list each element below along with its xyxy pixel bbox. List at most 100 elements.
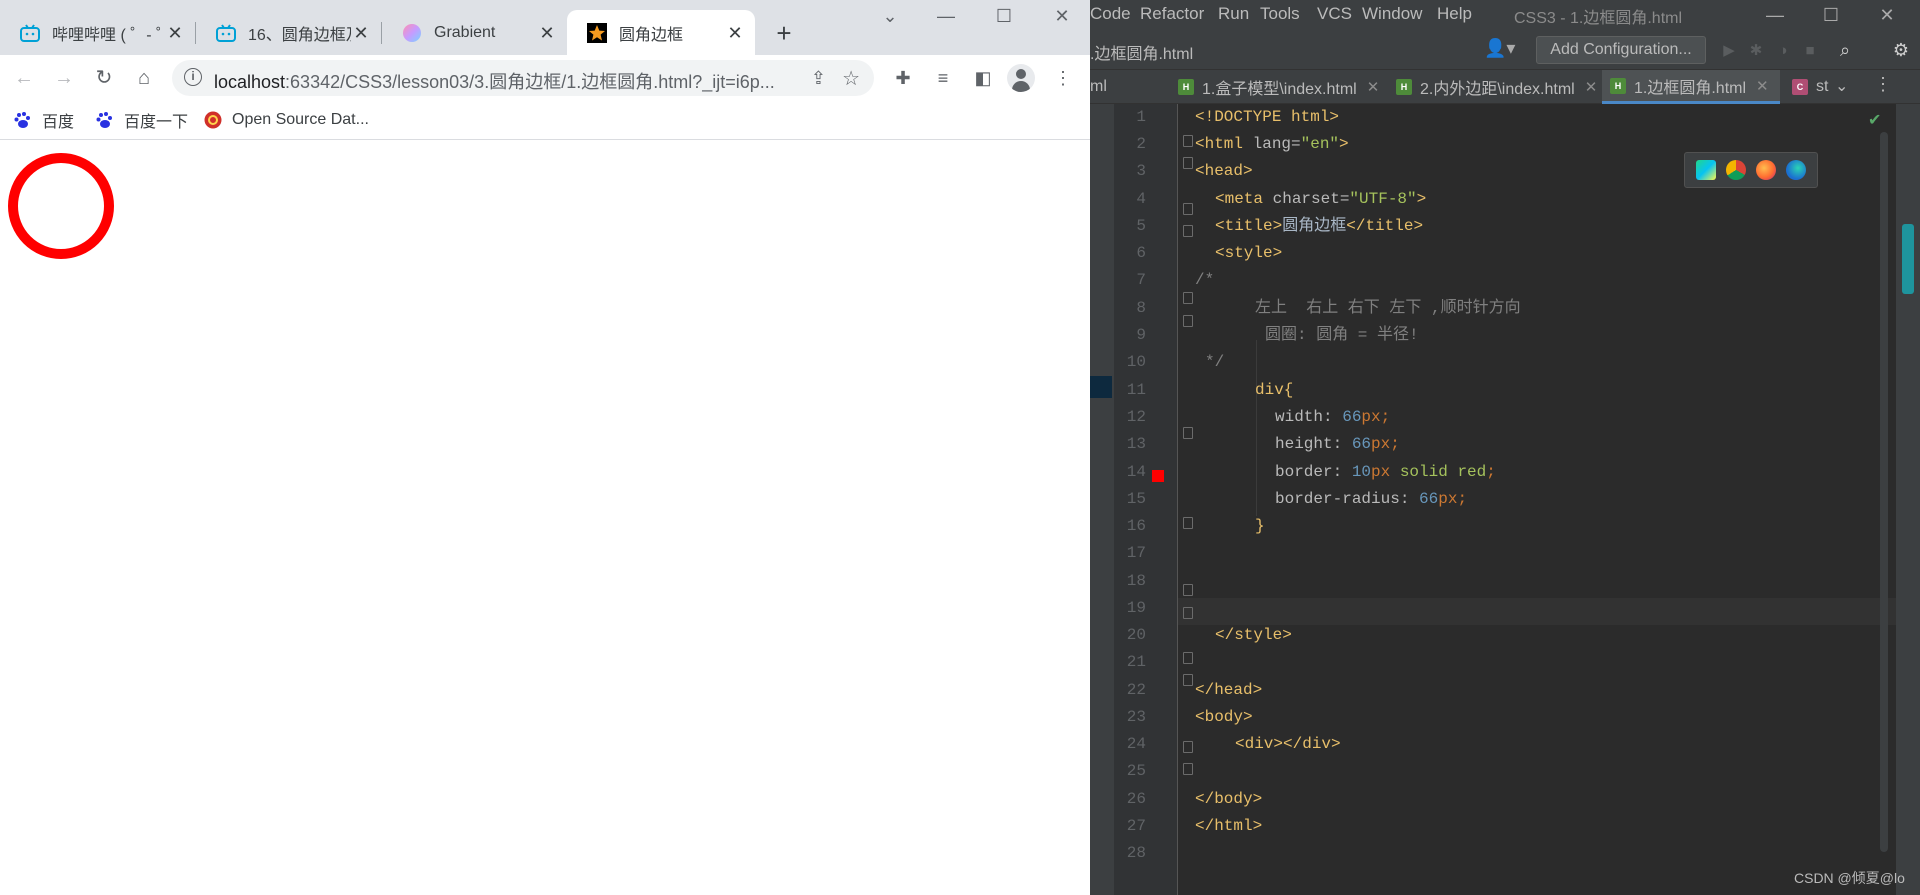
editor-scrollbar[interactable] — [1880, 132, 1888, 852]
ide-close-icon[interactable]: ✕ — [1872, 3, 1902, 27]
line-number: 16 — [1126, 517, 1146, 535]
maximize-icon[interactable]: ☐ — [988, 4, 1020, 28]
code-line-9: 圆圈: 圆角 = 半径! — [1265, 326, 1419, 344]
fold-marker-icon[interactable] — [1183, 427, 1193, 439]
close-icon[interactable]: ✕ — [165, 23, 185, 43]
breadcrumb[interactable]: .边框圆角.html — [1090, 40, 1193, 64]
tabs-menu-icon[interactable]: ⋮ — [1874, 74, 1892, 95]
fold-marker-icon[interactable] — [1183, 315, 1193, 327]
extensions-puzzle-icon[interactable]: ✚ — [888, 63, 918, 93]
debug-icon[interactable]: ✱ — [1745, 40, 1767, 62]
fold-marker-icon[interactable] — [1183, 225, 1193, 237]
chevron-down-icon[interactable]: ⌄ — [1835, 76, 1848, 96]
grabient-icon — [402, 23, 422, 43]
close-icon[interactable]: ✕ — [537, 23, 557, 43]
webstorm-icon[interactable] — [1696, 160, 1716, 180]
tab-active-page[interactable]: 圆角边框 ✕ — [567, 10, 755, 55]
bookmarks-bar: 百度 百度一下 Open Source Dat... — [0, 100, 1090, 140]
address-bar[interactable]: i localhost:63342/CSS3/lesson03/3.圆角边框/1… — [172, 60, 874, 96]
fold-marker-icon[interactable] — [1183, 292, 1193, 304]
tab-border-radius[interactable]: H 1.边框圆角.html ✕ — [1602, 70, 1780, 104]
tab-bilibili[interactable]: 哔哩哔哩 ( ゜- ゜ ✕ — [0, 10, 195, 55]
bookmark-label: Open Source Dat... — [232, 111, 369, 128]
fold-marker-icon[interactable] — [1183, 741, 1193, 753]
webstorm-favicon — [587, 22, 607, 43]
edge-icon[interactable] — [1786, 160, 1806, 180]
menu-tools[interactable]: Tools — [1260, 4, 1300, 24]
firefox-icon[interactable] — [1756, 160, 1776, 180]
search-icon[interactable]: ⌕ — [1834, 39, 1856, 61]
line-number: 1 — [1136, 108, 1146, 126]
close-icon[interactable]: ✕ — [1585, 78, 1598, 96]
code-line-10: */ — [1205, 353, 1225, 371]
fold-marker-icon[interactable] — [1183, 157, 1193, 169]
css-file-icon: C — [1792, 79, 1808, 95]
ide-maximize-icon[interactable]: ☐ — [1816, 3, 1846, 27]
menu-refactor[interactable]: Refactor — [1140, 4, 1204, 24]
fold-marker-icon[interactable] — [1183, 652, 1193, 664]
bookmark-baidu[interactable]: 百度 — [14, 108, 74, 132]
close-icon[interactable]: ✕ — [351, 23, 371, 43]
chrome-icon[interactable] — [1726, 160, 1746, 180]
close-icon[interactable]: ✕ — [1367, 78, 1380, 96]
close-icon[interactable]: ✕ — [725, 23, 745, 43]
fold-marker-icon[interactable] — [1183, 674, 1193, 686]
code-line-16: } — [1255, 517, 1265, 535]
reload-icon[interactable]: ↻ — [89, 63, 119, 93]
share-icon[interactable]: ⇪ — [811, 68, 826, 89]
bookmark-baidu-search[interactable]: 百度一下 — [96, 108, 188, 132]
url-text[interactable]: localhost:63342/CSS3/lesson03/3.圆角边框/1.边… — [214, 68, 814, 94]
fold-marker-icon[interactable] — [1183, 203, 1193, 215]
tab-truncated[interactable]: ml — [1090, 70, 1150, 104]
close-window-icon[interactable]: ✕ — [1046, 4, 1078, 28]
fold-marker-icon[interactable] — [1183, 763, 1193, 775]
tab-search-chevron-icon[interactable]: ⌄ — [874, 4, 906, 28]
bilibili-icon — [216, 23, 236, 43]
inspection-ok-icon[interactable]: ✔ — [1868, 110, 1881, 130]
tab-lesson16[interactable]: 16、圆角边框及 ✕ — [196, 10, 381, 55]
tab-box-model[interactable]: H 1.盒子模型\index.html ✕ — [1170, 70, 1380, 104]
minimize-icon[interactable]: — — [930, 4, 962, 28]
line-number: 5 — [1136, 217, 1146, 235]
fold-marker-icon[interactable] — [1183, 584, 1193, 596]
user-dropdown-icon[interactable]: 👤▾ — [1484, 38, 1515, 59]
line-number: 15 — [1126, 490, 1146, 508]
bookmark-star-icon[interactable]: ☆ — [842, 66, 860, 91]
tab-grabient[interactable]: Grabient ✕ — [382, 10, 567, 55]
menu-help[interactable]: Help — [1437, 4, 1472, 24]
ide-menubar: Code Refactor Run Tools VCS Window Help … — [1090, 0, 1920, 30]
menu-code[interactable]: Code — [1090, 4, 1131, 24]
side-panel-icon[interactable]: ◧ — [968, 63, 998, 93]
forward-arrow-icon[interactable]: → — [49, 63, 79, 93]
stop-icon[interactable]: ■ — [1799, 40, 1821, 62]
media-queue-icon[interactable]: ≡ — [928, 63, 958, 93]
kebab-menu-icon[interactable]: ⋮ — [1048, 63, 1078, 93]
code-editor[interactable]: 1 2 3 4 5 6 7 8 9 10 11 12 13 14 15 16 17 18 19 20 21 22 23 24 2… — [1090, 104, 1920, 895]
line-number: 27 — [1126, 817, 1146, 835]
line-number: 12 — [1126, 408, 1146, 426]
run-icon[interactable]: ▶ — [1718, 40, 1740, 62]
home-icon[interactable]: ⌂ — [129, 63, 159, 93]
close-icon[interactable]: ✕ — [1756, 77, 1769, 95]
menu-run[interactable]: Run — [1218, 4, 1249, 24]
gear-icon[interactable]: ⚙ — [1890, 39, 1912, 61]
fold-marker-icon[interactable] — [1183, 607, 1193, 619]
new-tab-button[interactable]: + — [770, 20, 798, 48]
bookmark-open-source[interactable]: Open Source Dat... — [204, 108, 369, 132]
code-line-24: <div></div> — [1235, 735, 1341, 753]
back-arrow-icon[interactable]: ← — [9, 63, 39, 93]
info-icon[interactable]: i — [184, 68, 202, 86]
menu-window[interactable]: Window — [1362, 4, 1422, 24]
profile-avatar[interactable] — [1007, 64, 1035, 92]
fold-marker-icon[interactable] — [1183, 135, 1193, 147]
tab-style-css[interactable]: C st — [1784, 70, 1834, 104]
add-configuration-button[interactable]: Add Configuration... — [1536, 36, 1706, 64]
current-line-highlight — [1178, 598, 1920, 625]
tab-margin-padding[interactable]: H 2.内外边距\index.html ✕ — [1388, 70, 1598, 104]
coverage-icon[interactable]: ◑ — [1772, 40, 1794, 62]
fold-marker-icon[interactable] — [1183, 517, 1193, 529]
menu-vcs[interactable]: VCS — [1317, 4, 1352, 24]
ide-minimize-icon[interactable]: — — [1760, 3, 1790, 27]
ide-navbar: .边框圆角.html 👤▾ Add Configuration... ▶ ✱ ◑… — [1090, 30, 1920, 70]
line-number: 23 — [1126, 708, 1146, 726]
